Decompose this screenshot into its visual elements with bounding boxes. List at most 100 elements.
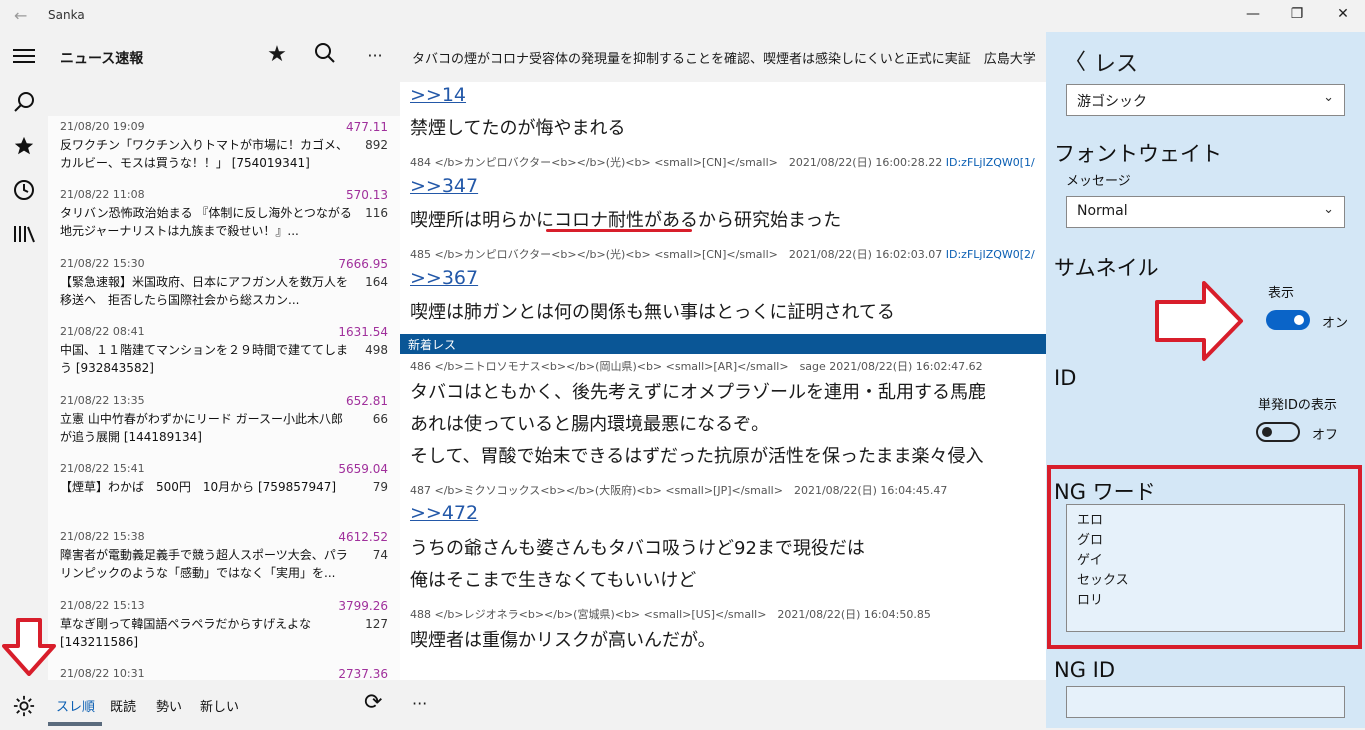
thread-list: 21/08/20 19:09 477.11 反ワクチン「ワクチン入りトマトが市場に！… [48,116,400,680]
thread-list-item[interactable]: 21/08/22 15:38 4612.52 障害者が電動義足義手で競う超人スポーツ… [48,526,400,594]
thread-title: 中国、１１階建てマンションを２９時間で建ててしまう [932843582] [60,343,349,376]
app-title: Sanka [48,8,85,22]
annotation-underline [546,229,692,232]
font-weight-heading: フォントウェイト [1054,142,1222,166]
more-options-icon[interactable]: ··· [412,694,427,713]
message-text: 喫煙者は重傷かリスクが高いんだが。 [410,630,716,651]
search-icon[interactable] [310,42,340,70]
font-family-value: 游ゴシック [1077,94,1147,110]
reply-anchor-link[interactable]: >>472 [410,502,478,524]
thread-title: 【煙草】わかば 500円 10月から [759857947] [60,479,337,494]
font-weight-select[interactable]: Normal ⌄ [1066,196,1345,228]
annotation-frame-ng-word [1047,465,1362,649]
reply-anchor-link[interactable]: >>347 [410,175,478,197]
search-icon[interactable] [0,82,48,122]
thread-speed: 1631.54 [338,325,388,340]
message-meta: 485 </b>カンピロバクター<b></b>(光)<b> <small>[CN… [410,248,943,261]
message-text: タバコはともかく、後先考えずにオメプラゾールを連用・乱用する馬鹿 [410,382,986,403]
font-family-select[interactable]: 游ゴシック ⌄ [1066,84,1345,116]
thumbnail-heading: サムネイル [1054,256,1159,280]
thread-speed: 2737.36 [338,667,388,680]
ng-id-heading: NG ID [1054,658,1116,682]
more-options-icon[interactable]: ··· [360,46,390,65]
thumbnail-toggle[interactable] [1266,310,1310,330]
list-footer: スレ順 既読 勢い 新しい ⟳ [48,680,400,728]
thread-list-item[interactable]: 21/08/22 15:30 7666.95 【緊急速報】米国政府、日本にアフガン人… [48,253,400,321]
thread-title: 反ワクチン「ワクチン入りトマトが市場に！カゴメ、カルビー、モスは買うな！！」 [… [60,138,349,170]
thread-reply-count: 66 [372,411,388,426]
thread-speed: 4612.52 [338,530,388,545]
thread-list-item[interactable]: 21/08/22 13:35 652.81 立憲 山中竹春がわずかにリード ガースー… [48,390,400,458]
active-tab-indicator [48,722,102,726]
history-icon[interactable] [0,170,48,210]
thread-date: 21/08/22 13:35 [60,393,145,407]
thread-reply-count: 116 [365,206,388,221]
thread-speed: 652.81 [346,393,388,408]
back-arrow-icon[interactable]: ← [14,6,27,25]
close-button[interactable]: ✕ [1328,6,1358,22]
message-footer: ··· [400,680,1046,728]
message-header: 485 </b>カンピロバクター<b></b>(光)<b> <small>[CN… [410,246,1035,262]
reply-anchor-link[interactable]: >>367 [410,267,478,289]
thread-list-item[interactable]: 21/08/22 10:312737.36松本人志「宮迫はホトちゃんの方向いてな… [48,663,400,680]
reply-anchor-link[interactable]: >>14 [410,84,466,106]
message-text: あれは使っていると腸内環境最悪になるぞ。 [410,414,770,435]
thread-title: 草なぎ剛って韓国語ペラペラだからすげえよな [143211586] [60,616,312,649]
gear-icon[interactable] [0,686,48,726]
hamburger-icon[interactable] [0,36,48,76]
thread-reply-count: 498 [365,343,388,358]
thread-speed: 7666.95 [338,256,388,271]
chevron-down-icon: ⌄ [1323,90,1334,105]
message-label: メッセージ [1066,174,1131,189]
maximize-button[interactable]: ❐ [1282,6,1312,22]
minimize-button[interactable]: — [1238,6,1268,22]
toggle-knob [1294,315,1304,325]
thread-reply-count: 79 [372,479,388,494]
font-weight-value: Normal [1077,203,1128,219]
library-icon[interactable] [0,214,48,254]
thread-speed: 5659.04 [338,461,388,476]
message-text: 俺はそこまで生きなくてもいいけど [410,570,697,591]
sort-tab-thread-order[interactable]: スレ順 [56,696,95,715]
message-text: そして、胃酸で始末できるはずだった抗原が活性を保ったまま楽々侵入 [410,446,984,467]
thread-reply-count: 164 [365,274,388,289]
thread-list-item[interactable]: 21/08/22 15:13 3799.26 草なぎ剛って韓国語ペラペラだからすげえ… [48,595,400,663]
message-meta: 487 </b>ミクソコックス<b></b>(大阪府)<b> <small>[J… [410,484,948,497]
thread-reply-count: 892 [365,138,388,152]
thread-title: 障害者が電動義足義手で競う超人スポーツ大会、パラリンピックのような「感動」ではな… [60,548,348,581]
message-text: うちの爺さんも婆さんもタバコ吸うけど92まで現役だは [410,538,865,559]
thumbnail-toggle-state: オン [1322,316,1349,331]
thread-date: 21/08/20 19:09 [60,120,145,133]
board-title: ニュース速報 [60,51,144,67]
thread-speed: 570.13 [346,188,388,203]
single-id-toggle-state: オフ [1312,428,1339,443]
thread-list-item[interactable]: 21/08/22 11:08 570.13 タリバン恐怖政治始まる 『体制に反し海外… [48,184,400,252]
thread-list-item[interactable]: 21/08/22 08:41 1631.54 中国、１１階建てマンションを２９時間で… [48,321,400,389]
annotation-arrow-down [2,618,56,676]
favorite-star-icon[interactable]: ★ [262,42,292,67]
thread-title: 【緊急速報】米国政府、日本にアフガン人を数万人を移送へ 拒否したら国際社会から総… [60,274,349,307]
single-id-toggle[interactable] [1256,422,1300,442]
star-icon[interactable] [0,126,48,166]
refresh-icon[interactable]: ⟳ [364,690,382,715]
ng-id-textarea[interactable] [1066,686,1345,718]
thread-list-item[interactable]: 21/08/20 19:09 477.11 反ワクチン「ワクチン入りトマトが市場に！… [48,116,400,184]
sort-tab-newest[interactable]: 新しい [200,696,239,715]
thread-reply-count: 127 [365,616,388,631]
poster-id-link[interactable]: ID:zFLjIZQW0[1/ [946,156,1035,169]
thread-list-item[interactable]: 21/08/22 15:41 5659.04 【煙草】わかば 500円 10月から … [48,458,400,526]
message-meta: 484 </b>カンピロバクター<b></b>(光)<b> <small>[CN… [410,156,943,169]
id-heading: ID [1054,366,1077,390]
poster-id-link[interactable]: ID:zFLjIZQW0[2/ [946,248,1035,261]
sort-tab-momentum[interactable]: 勢い [156,696,182,715]
message-meta: 486 </b>ニトロソモナス<b></b>(岡山県)<b> <small>[A… [410,360,983,373]
back-chevron-icon[interactable]: 〈 [1064,44,1086,76]
sort-tab-read[interactable]: 既読 [110,696,136,715]
show-thumbnail-label: 表示 [1268,286,1295,301]
thread-date: 21/08/22 11:08 [60,188,145,202]
annotation-arrow-right [1155,281,1243,361]
thread-title: 立憲 山中竹春がわずかにリード ガースー小此木八郎が追う展開 [14418913… [60,411,344,444]
thread-title: タリバン恐怖政治始まる 『体制に反し海外とつながる地元ジャーナリストは九族まで殺… [60,206,352,239]
title-bar: ← Sanka — ❐ ✕ [0,0,1365,32]
message-meta: 488 </b>レジオネラ<b></b>(宮城県)<b> <small>[US]… [410,608,931,621]
